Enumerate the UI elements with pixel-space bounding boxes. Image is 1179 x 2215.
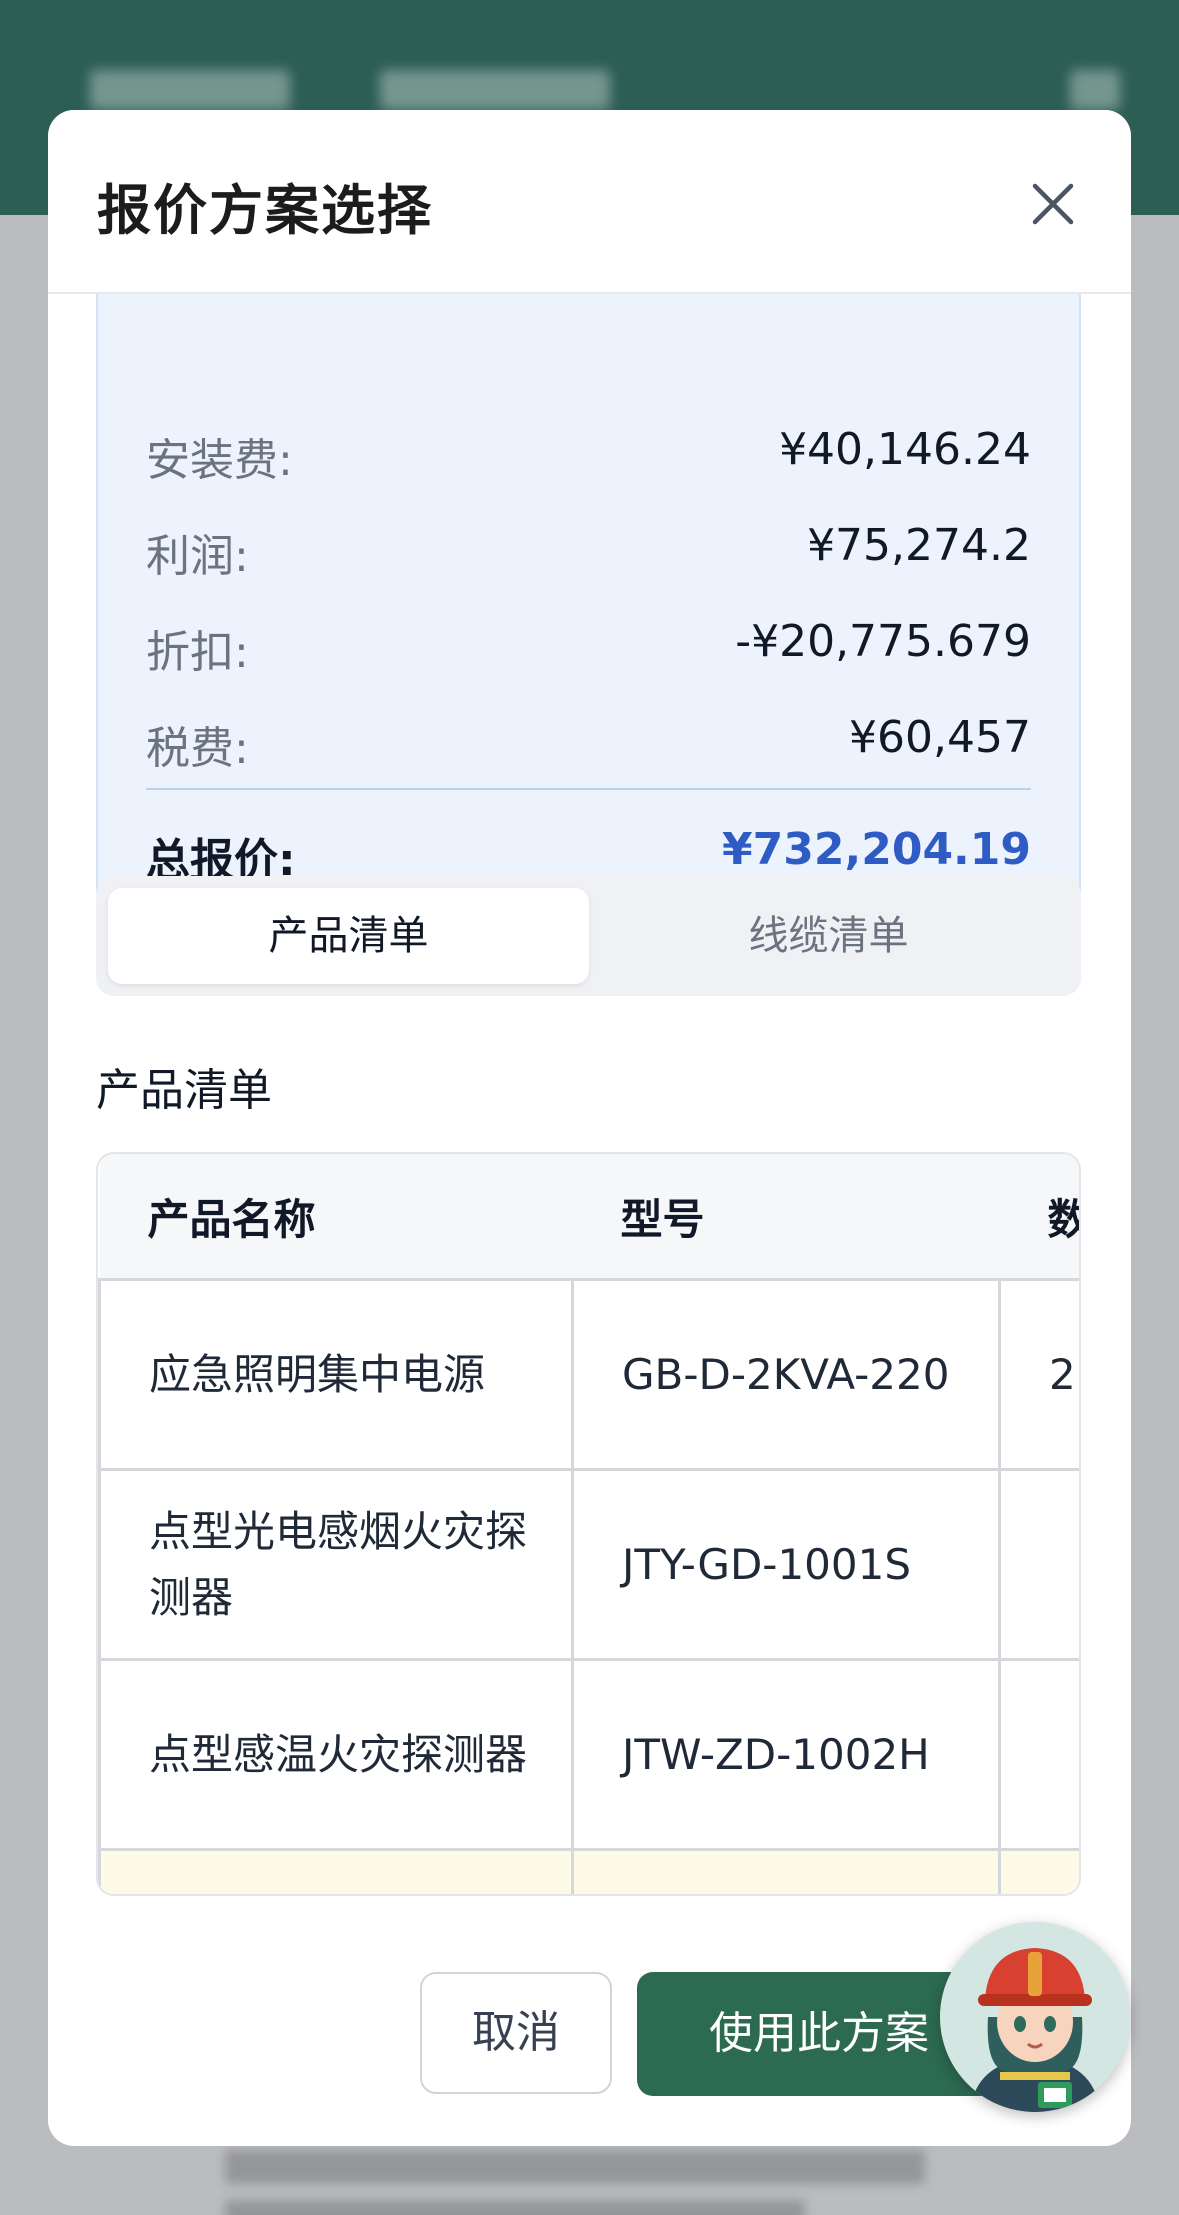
summary-divider [146,788,1031,790]
summary-value: -¥20,775.679 [735,616,1031,667]
summary-value: ¥40,146.24 [779,424,1031,475]
cell-model: JTW-ZD-1002H [571,1658,1001,1851]
column-header-name: 产品名称 [99,1154,573,1281]
cell-qty [998,1468,1079,1661]
modal-header: 报价方案选择 [48,110,1131,294]
product-table-container[interactable]: 产品名称 型号 数 应急照明集中电源 GB-D-2KVA-220 2 点型光电感… [96,1152,1081,1896]
summary-label: 折扣: [146,627,249,678]
table-header-row: 产品名称 型号 数 [99,1154,1079,1281]
background-blur-text [225,2200,805,2215]
cell-qty [998,1658,1079,1851]
table-row-highlighted [98,1848,1079,1894]
cell-empty [571,1848,1001,1894]
summary-label: 税费: [146,723,249,774]
cell-empty [998,1848,1079,1894]
summary-value: ¥60,457 [849,712,1031,763]
summary-row-tax: 税费: ¥60,457 [146,712,1031,774]
tab-product-list[interactable]: 产品清单 [108,888,589,984]
background-blur-text [1070,70,1120,110]
column-header-qty: 数 [999,1154,1079,1281]
summary-label: 安装费: [146,435,293,486]
background-blur-text [380,70,610,110]
table-row: 点型感温火灾探测器 JTW-ZD-1002H [98,1658,1079,1851]
cell-product-name: 点型感温火灾探测器 [98,1658,574,1851]
product-table: 产品名称 型号 数 应急照明集中电源 GB-D-2KVA-220 2 点型光电感… [98,1154,1079,1894]
quote-plan-modal: 安装费: ¥40,146.24 利润: ¥75,274.2 折扣: -¥20,7… [48,110,1131,2146]
cell-model: GB-D-2KVA-220 [571,1278,1001,1471]
summary-row-profit: 利润: ¥75,274.2 [146,520,1031,582]
summary-row-discount: 折扣: -¥20,775.679 [146,616,1031,678]
background-blur-text [90,70,290,110]
summary-label: 利润: [146,531,249,582]
summary-row-install-fee: 安装费: ¥40,146.24 [146,424,1031,486]
cell-model: JTY-GD-1001S [571,1468,1001,1661]
tab-cable-list[interactable]: 线缆清单 [588,888,1069,984]
total-value: ¥732,204.19 [722,824,1031,875]
table-row: 应急照明集中电源 GB-D-2KVA-220 2 [98,1278,1079,1471]
summary-value: ¥75,274.2 [807,520,1031,571]
cancel-button[interactable]: 取消 [420,1972,612,2094]
modal-title: 报价方案选择 [97,179,433,242]
table-row: 点型光电感烟火灾探测器 JTY-GD-1001S [98,1468,1079,1661]
cell-product-name: 应急照明集中电源 [98,1278,574,1471]
firefighter-avatar-icon[interactable] [940,1922,1130,2112]
quote-summary-card: 安装费: ¥40,146.24 利润: ¥75,274.2 折扣: -¥20,7… [96,230,1081,934]
cell-empty [98,1848,574,1894]
column-header-model: 型号 [572,1154,1000,1281]
summary-row-total: 总报价: ¥732,204.19 [146,824,1031,886]
close-icon[interactable] [1023,174,1083,234]
section-title: 产品清单 [96,1065,272,1116]
cell-qty: 2 [998,1278,1079,1471]
list-tabs: 产品清单 线缆清单 [96,876,1081,996]
background-blur-text [225,2150,925,2184]
cell-product-name: 点型光电感烟火灾探测器 [98,1468,574,1661]
